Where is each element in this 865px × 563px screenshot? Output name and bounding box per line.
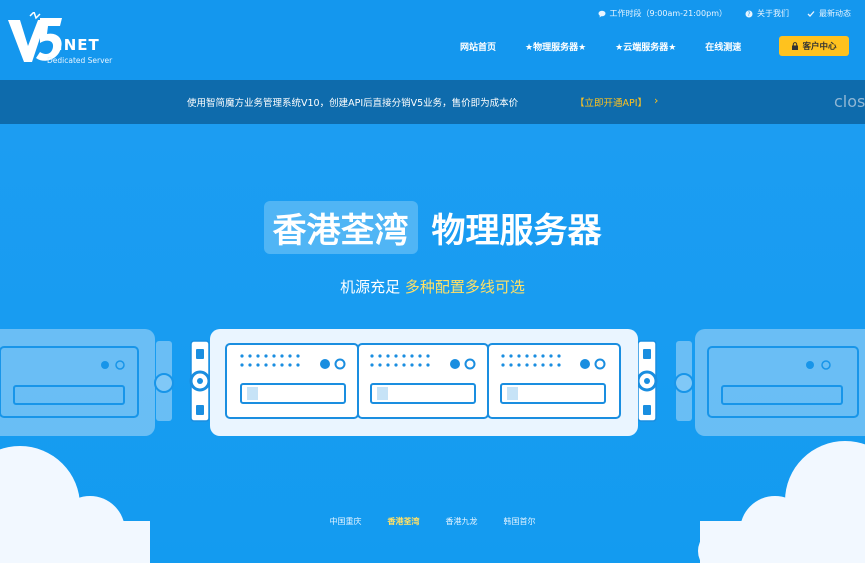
work-hours: 工作时段（9:00am-21:00pm） — [598, 8, 727, 19]
hero-title-main: 物理服务器 — [431, 211, 602, 251]
help-icon: ? — [745, 10, 753, 18]
site-header: .NET Dedicated Server 工作时段（9:00am-21:00p… — [0, 0, 865, 80]
notice-bar: 使用智简魔方业务管理系统V10，创建API后直接分销V5业务，售价即为成本价 【… — [0, 80, 865, 124]
about-text: 关于我们 — [757, 9, 789, 18]
svg-text:?: ? — [747, 11, 750, 18]
customer-center-label: 客户中心 — [802, 42, 837, 52]
nav-speed-test[interactable]: 在线测速 — [705, 40, 741, 53]
logo-net-text: .NET — [57, 36, 100, 54]
cloud-left-icon — [0, 446, 150, 563]
location-tabs: 中国重庆 香港荃湾 香港九龙 韩国首尔 — [0, 516, 865, 527]
chat-icon — [598, 10, 606, 17]
logo-subtitle: Dedicated Server — [47, 56, 113, 65]
hero-subtitle-yellow: 多种配置多线可选 — [404, 278, 525, 296]
notice-text: 使用智简魔方业务管理系统V10，创建API后直接分销V5业务，售价即为成本价 — [187, 98, 519, 109]
lock-icon — [792, 42, 799, 50]
nav-physical-servers[interactable]: ★物理服务器★ — [525, 40, 586, 53]
rack-ear-left — [189, 340, 211, 422]
news-text: 最新动态 — [819, 9, 851, 18]
news-link[interactable]: 最新动态 — [807, 8, 851, 19]
about-link[interactable]: ? 关于我们 — [745, 8, 789, 19]
work-hours-text: 工作时段（9:00am-21:00pm） — [609, 9, 727, 18]
server-rack-main — [210, 329, 638, 436]
location-tab-chongqing[interactable]: 中国重庆 — [330, 516, 362, 527]
location-tab-tsuen-wan[interactable]: 香港荃湾 — [388, 516, 420, 527]
hero-title: 香港荃湾 物理服务器 — [0, 201, 865, 254]
hero-subtitle: 机源充足 多种配置多线可选 — [0, 276, 865, 297]
customer-center-button[interactable]: 客户中心 — [779, 36, 849, 56]
hero-subtitle-white: 机源充足 — [340, 278, 401, 296]
nav-cloud-servers[interactable]: ★云端服务器★ — [615, 40, 676, 53]
location-tab-kowloon[interactable]: 香港九龙 — [446, 516, 478, 527]
topbar: 工作时段（9:00am-21:00pm） ? 关于我们 最新动态 — [598, 8, 851, 19]
hero-title-highlight: 香港荃湾 — [263, 201, 418, 254]
hero-banner: 香港荃湾 物理服务器 机源充足 多种配置多线可选 中国重庆 香港荃湾 香港九龙 … — [0, 124, 865, 563]
nav-home[interactable]: 网站首页 — [460, 40, 496, 53]
notice-close-button[interactable]: clos — [834, 92, 865, 111]
location-tab-seoul[interactable]: 韩国首尔 — [504, 516, 536, 527]
server-right-faded — [674, 329, 865, 436]
main-nav: 网站首页 ★物理服务器★ ★云端服务器★ 在线测速 — [460, 40, 770, 53]
notice-api-link[interactable]: 【立即开通API】 — [575, 95, 647, 109]
server-left-faded — [0, 329, 174, 436]
cloud-right-icon — [698, 441, 865, 563]
check-icon — [807, 10, 815, 17]
rack-ear-right — [636, 340, 658, 422]
chevron-right-icon[interactable]: › — [654, 94, 658, 107]
